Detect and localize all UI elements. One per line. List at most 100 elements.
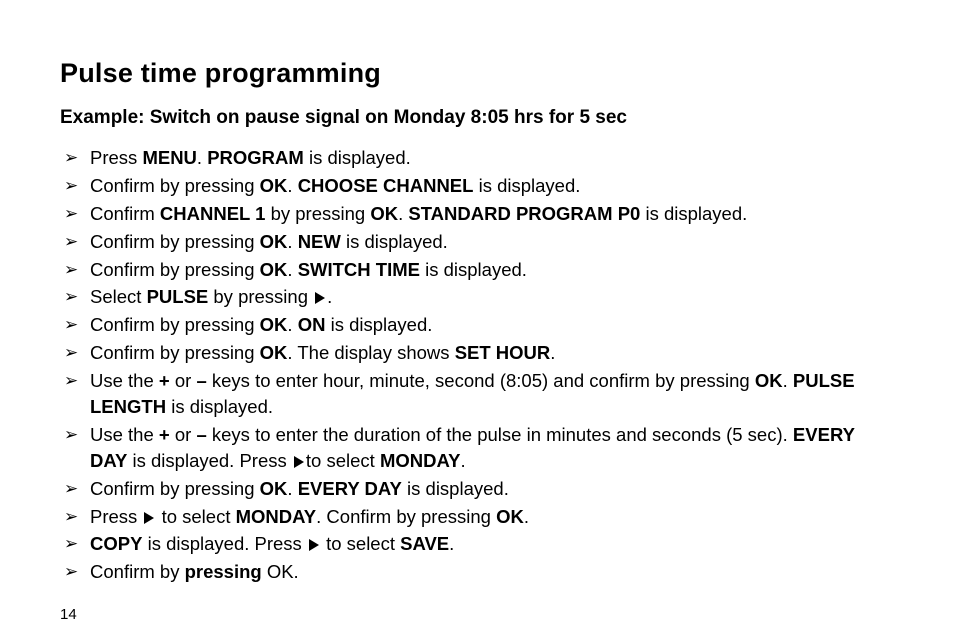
text: is displayed. xyxy=(473,175,580,196)
text: Confirm by pressing xyxy=(90,175,260,196)
bold-text: SET HOUR xyxy=(455,342,551,363)
text: Confirm by xyxy=(90,561,185,582)
bold-text: SAVE xyxy=(400,533,449,554)
text: . xyxy=(327,286,332,307)
bold-text: CHOOSE CHANNEL xyxy=(298,175,474,196)
bold-text: COPY xyxy=(90,533,142,554)
list-item: Confirm by pressing OK. SWITCH TIME is d… xyxy=(60,257,894,283)
step-list: Press MENU. PROGRAM is displayed.Confirm… xyxy=(60,145,894,585)
text: is displayed. xyxy=(341,231,448,252)
text: . xyxy=(287,175,297,196)
text: . xyxy=(398,203,408,224)
text: Use the xyxy=(90,424,159,445)
text: is displayed. xyxy=(640,203,747,224)
text: Confirm by pressing xyxy=(90,342,260,363)
bold-text: CHANNEL 1 xyxy=(160,203,266,224)
list-item: Confirm by pressing OK. EVERY DAY is dis… xyxy=(60,476,894,502)
text: . xyxy=(287,259,297,280)
bold-text: pressing xyxy=(185,561,262,582)
text: is displayed. Press xyxy=(142,533,307,554)
bold-text: MONDAY xyxy=(236,506,317,527)
text: keys to enter hour, minute, second (8:05… xyxy=(207,370,755,391)
right-triangle-icon xyxy=(294,456,304,468)
text: . xyxy=(287,231,297,252)
bold-text: OK xyxy=(260,259,288,280)
text: is displayed. xyxy=(325,314,432,335)
list-item: Confirm by pressing OK. CHOOSE CHANNEL i… xyxy=(60,173,894,199)
text: . xyxy=(287,314,297,335)
text: Confirm xyxy=(90,203,160,224)
text: is displayed. xyxy=(166,396,273,417)
text: Confirm by pressing xyxy=(90,259,260,280)
list-item: Confirm by pressing OK. ON is displayed. xyxy=(60,312,894,338)
text: is displayed. xyxy=(304,147,411,168)
list-item: Confirm by pressing OK. xyxy=(60,559,894,585)
bold-text: EVERY DAY xyxy=(298,478,402,499)
list-item: COPY is displayed. Press to select SAVE. xyxy=(60,531,894,557)
text: Confirm by pressing xyxy=(90,314,260,335)
text: . xyxy=(449,533,454,554)
right-triangle-icon xyxy=(144,512,154,524)
list-item: Confirm by pressing OK. NEW is displayed… xyxy=(60,229,894,255)
text: . xyxy=(197,147,207,168)
bold-text: OK xyxy=(260,231,288,252)
text: Confirm by pressing xyxy=(90,231,260,252)
text: . xyxy=(524,506,529,527)
example-subtitle: Example: Switch on pause signal on Monda… xyxy=(60,107,894,129)
bold-text: STANDARD PROGRAM P0 xyxy=(408,203,640,224)
bold-text: NEW xyxy=(298,231,341,252)
text: to select xyxy=(306,450,380,471)
text: OK. xyxy=(262,561,299,582)
text: or xyxy=(170,424,197,445)
text: to select xyxy=(321,533,400,554)
bold-text: PULSE xyxy=(147,286,209,307)
bold-text: OK xyxy=(755,370,783,391)
bold-text: OK xyxy=(370,203,398,224)
bold-text: + xyxy=(159,370,170,391)
list-item: Select PULSE by pressing . xyxy=(60,284,894,310)
right-triangle-icon xyxy=(309,539,319,551)
page-number: 14 xyxy=(60,606,77,623)
bold-text: OK xyxy=(260,342,288,363)
document-page: Pulse time programming Example: Switch o… xyxy=(0,0,954,643)
bold-text: ON xyxy=(298,314,326,335)
list-item: Use the + or – keys to enter the duratio… xyxy=(60,422,894,474)
text: . The display shows xyxy=(287,342,454,363)
bold-text: OK xyxy=(260,314,288,335)
text: . xyxy=(783,370,793,391)
bold-text: + xyxy=(159,424,170,445)
text: Press xyxy=(90,147,142,168)
bold-text: – xyxy=(196,424,206,445)
text: Use the xyxy=(90,370,159,391)
text: Press xyxy=(90,506,142,527)
list-item: Confirm CHANNEL 1 by pressing OK. STANDA… xyxy=(60,201,894,227)
text: . xyxy=(550,342,555,363)
text: by pressing xyxy=(208,286,313,307)
text: . Confirm by pressing xyxy=(316,506,496,527)
text: Confirm by pressing xyxy=(90,478,260,499)
text: is displayed. xyxy=(402,478,509,499)
list-item: Use the + or – keys to enter hour, minut… xyxy=(60,368,894,420)
bold-text: OK xyxy=(260,175,288,196)
bold-text: MENU xyxy=(142,147,196,168)
text: keys to enter the duration of the pulse … xyxy=(207,424,793,445)
text: Select xyxy=(90,286,147,307)
list-item: Press MENU. PROGRAM is displayed. xyxy=(60,145,894,171)
text: by pressing xyxy=(265,203,370,224)
text: or xyxy=(170,370,197,391)
bold-text: OK xyxy=(496,506,524,527)
text: is displayed. xyxy=(420,259,527,280)
text: . xyxy=(287,478,297,499)
page-title: Pulse time programming xyxy=(60,58,894,89)
bold-text: PROGRAM xyxy=(207,147,304,168)
list-item: Press to select MONDAY. Confirm by press… xyxy=(60,504,894,530)
bold-text: MONDAY xyxy=(380,450,461,471)
list-item: Confirm by pressing OK. The display show… xyxy=(60,340,894,366)
bold-text: OK xyxy=(260,478,288,499)
right-triangle-icon xyxy=(315,292,325,304)
text: is displayed. Press xyxy=(127,450,292,471)
bold-text: – xyxy=(196,370,206,391)
text: to select xyxy=(156,506,235,527)
text: . xyxy=(460,450,465,471)
bold-text: SWITCH TIME xyxy=(298,259,420,280)
